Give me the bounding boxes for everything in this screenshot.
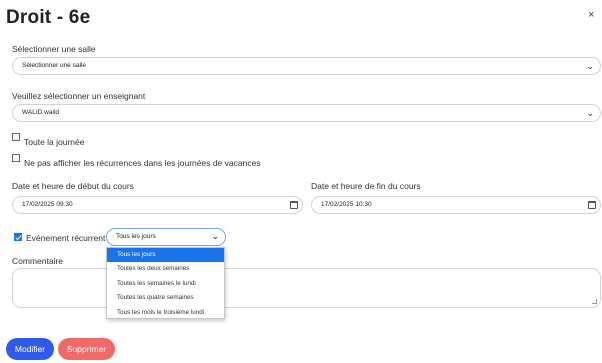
start-datetime-input[interactable]: 17/02/2025 09:30 [12,196,303,214]
recurring-option[interactable]: Evénement récurrent [14,233,105,243]
calendar-icon[interactable] [588,201,596,209]
chevron-down-icon: ⌄ [211,231,219,241]
teacher-label: Veuillez sélectionner un enseignant [12,91,146,101]
close-icon[interactable]: × [588,9,594,21]
recurrence-option[interactable]: Tous les jours [107,248,224,263]
room-select[interactable]: Sélectionner une salle ⌄ [12,57,601,75]
skip-holidays-label: Ne pas afficher les récurrences dans les… [24,158,261,168]
recurring-checkbox[interactable] [14,233,22,241]
delete-button[interactable]: Supprimer [58,338,115,360]
teacher-select-value: WALID walid [22,109,59,116]
calendar-icon[interactable] [290,201,298,209]
recurrence-option[interactable]: Toutes les semaines le lundi [107,277,224,291]
recurrence-option[interactable]: Tous les mois le troisième lundi [107,306,224,320]
recurrence-dropdown: Tous les jours Toutes les deux semaines … [106,247,225,319]
end-label: Date et heure de fin du cours [311,181,421,191]
start-label: Date et heure de début du cours [12,181,134,191]
recurring-label: Evénement récurrent [26,233,106,243]
chevron-down-icon: ⌄ [586,61,594,71]
comment-textarea[interactable] [12,268,601,308]
all-day-option[interactable]: Toute la journée [12,133,85,147]
all-day-checkbox[interactable] [12,133,20,141]
recurrence-select-value: Tous les jours [116,233,156,240]
resize-handle-icon[interactable] [592,299,597,304]
recurrence-option[interactable]: Toutes les quatre semaines [107,291,224,305]
room-select-value: Sélectionner une salle [22,62,86,69]
recurrence-option[interactable]: Toutes les deux semaines [107,262,224,276]
skip-holidays-option[interactable]: Ne pas afficher les récurrences dans les… [12,154,261,168]
chevron-down-icon: ⌄ [586,108,594,118]
all-day-label: Toute la journée [24,137,85,147]
end-datetime-value: 17/02/2025 10:30 [321,201,372,208]
end-datetime-input[interactable]: 17/02/2025 10:30 [311,196,601,214]
teacher-select[interactable]: WALID walid ⌄ [12,104,601,122]
skip-holidays-checkbox[interactable] [12,154,20,162]
modify-button[interactable]: Modifier [6,338,54,360]
start-datetime-value: 17/02/2025 09:30 [22,201,73,208]
room-label: Sélectionner une salle [12,44,96,54]
recurrence-select[interactable]: Tous les jours ⌄ [106,228,226,246]
comment-label: Commentaire [12,256,64,266]
dialog-title: Droit - 6e [6,7,91,28]
